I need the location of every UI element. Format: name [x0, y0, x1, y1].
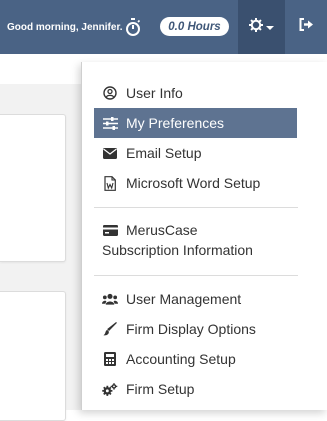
menu-item-label: MerusCase	[126, 222, 198, 238]
content-panel	[0, 291, 66, 421]
paintbrush-icon	[102, 321, 118, 337]
logout-button[interactable]	[285, 0, 327, 54]
menu-item-label: Email Setup	[126, 145, 202, 161]
users-icon	[102, 291, 118, 307]
menu-item-label: User Info	[126, 85, 183, 101]
caret-down-icon	[266, 18, 274, 36]
menu-item-label: User Management	[126, 291, 242, 307]
menu-item-label-continued: Subscription Information	[102, 242, 253, 258]
sliders-icon	[102, 115, 118, 131]
gear-icon	[249, 17, 263, 37]
menu-item-user-management[interactable]: User Management	[94, 288, 297, 310]
menu-item-firm-display-options[interactable]: Firm Display Options	[94, 318, 297, 340]
menu-divider	[94, 275, 298, 276]
menu-item-accounting-setup[interactable]: Accounting Setup	[94, 348, 297, 370]
menu-item-label: Firm Display Options	[126, 321, 256, 337]
menu-item-my-preferences[interactable]: My Preferences	[94, 108, 297, 138]
menu-item-user-info[interactable]: User Info	[94, 82, 297, 104]
settings-dropdown-menu: User Info My Preferences Email Setup Mic…	[81, 62, 327, 410]
menu-item-subscription-information[interactable]: MerusCase Subscription Information	[94, 220, 297, 262]
menu-item-label: My Preferences	[126, 115, 225, 131]
greeting-text: Good morning, Jennifer.	[7, 21, 123, 33]
word-file-icon	[102, 175, 118, 191]
envelope-icon	[102, 145, 118, 161]
hours-badge[interactable]: 0.0 Hours	[160, 17, 229, 36]
menu-divider	[94, 207, 298, 208]
menu-item-label: Firm Setup	[126, 381, 195, 397]
settings-menu-button[interactable]	[238, 0, 285, 54]
menu-item-microsoft-word-setup[interactable]: Microsoft Word Setup	[94, 172, 297, 194]
content-panel	[0, 114, 66, 262]
menu-item-label: Accounting Setup	[126, 351, 236, 367]
menu-item-email-setup[interactable]: Email Setup	[94, 142, 297, 164]
calculator-icon	[102, 351, 118, 367]
menu-item-firm-setup[interactable]: Firm Setup	[94, 378, 297, 400]
sign-out-icon	[299, 18, 314, 36]
top-navigation-bar: Good morning, Jennifer. 0.0 Hours	[0, 0, 327, 54]
menu-item-label: Microsoft Word Setup	[126, 175, 261, 191]
credit-card-icon	[102, 222, 118, 238]
user-circle-icon	[102, 85, 118, 101]
stopwatch-icon[interactable]	[125, 17, 141, 37]
cogs-icon	[102, 381, 118, 397]
